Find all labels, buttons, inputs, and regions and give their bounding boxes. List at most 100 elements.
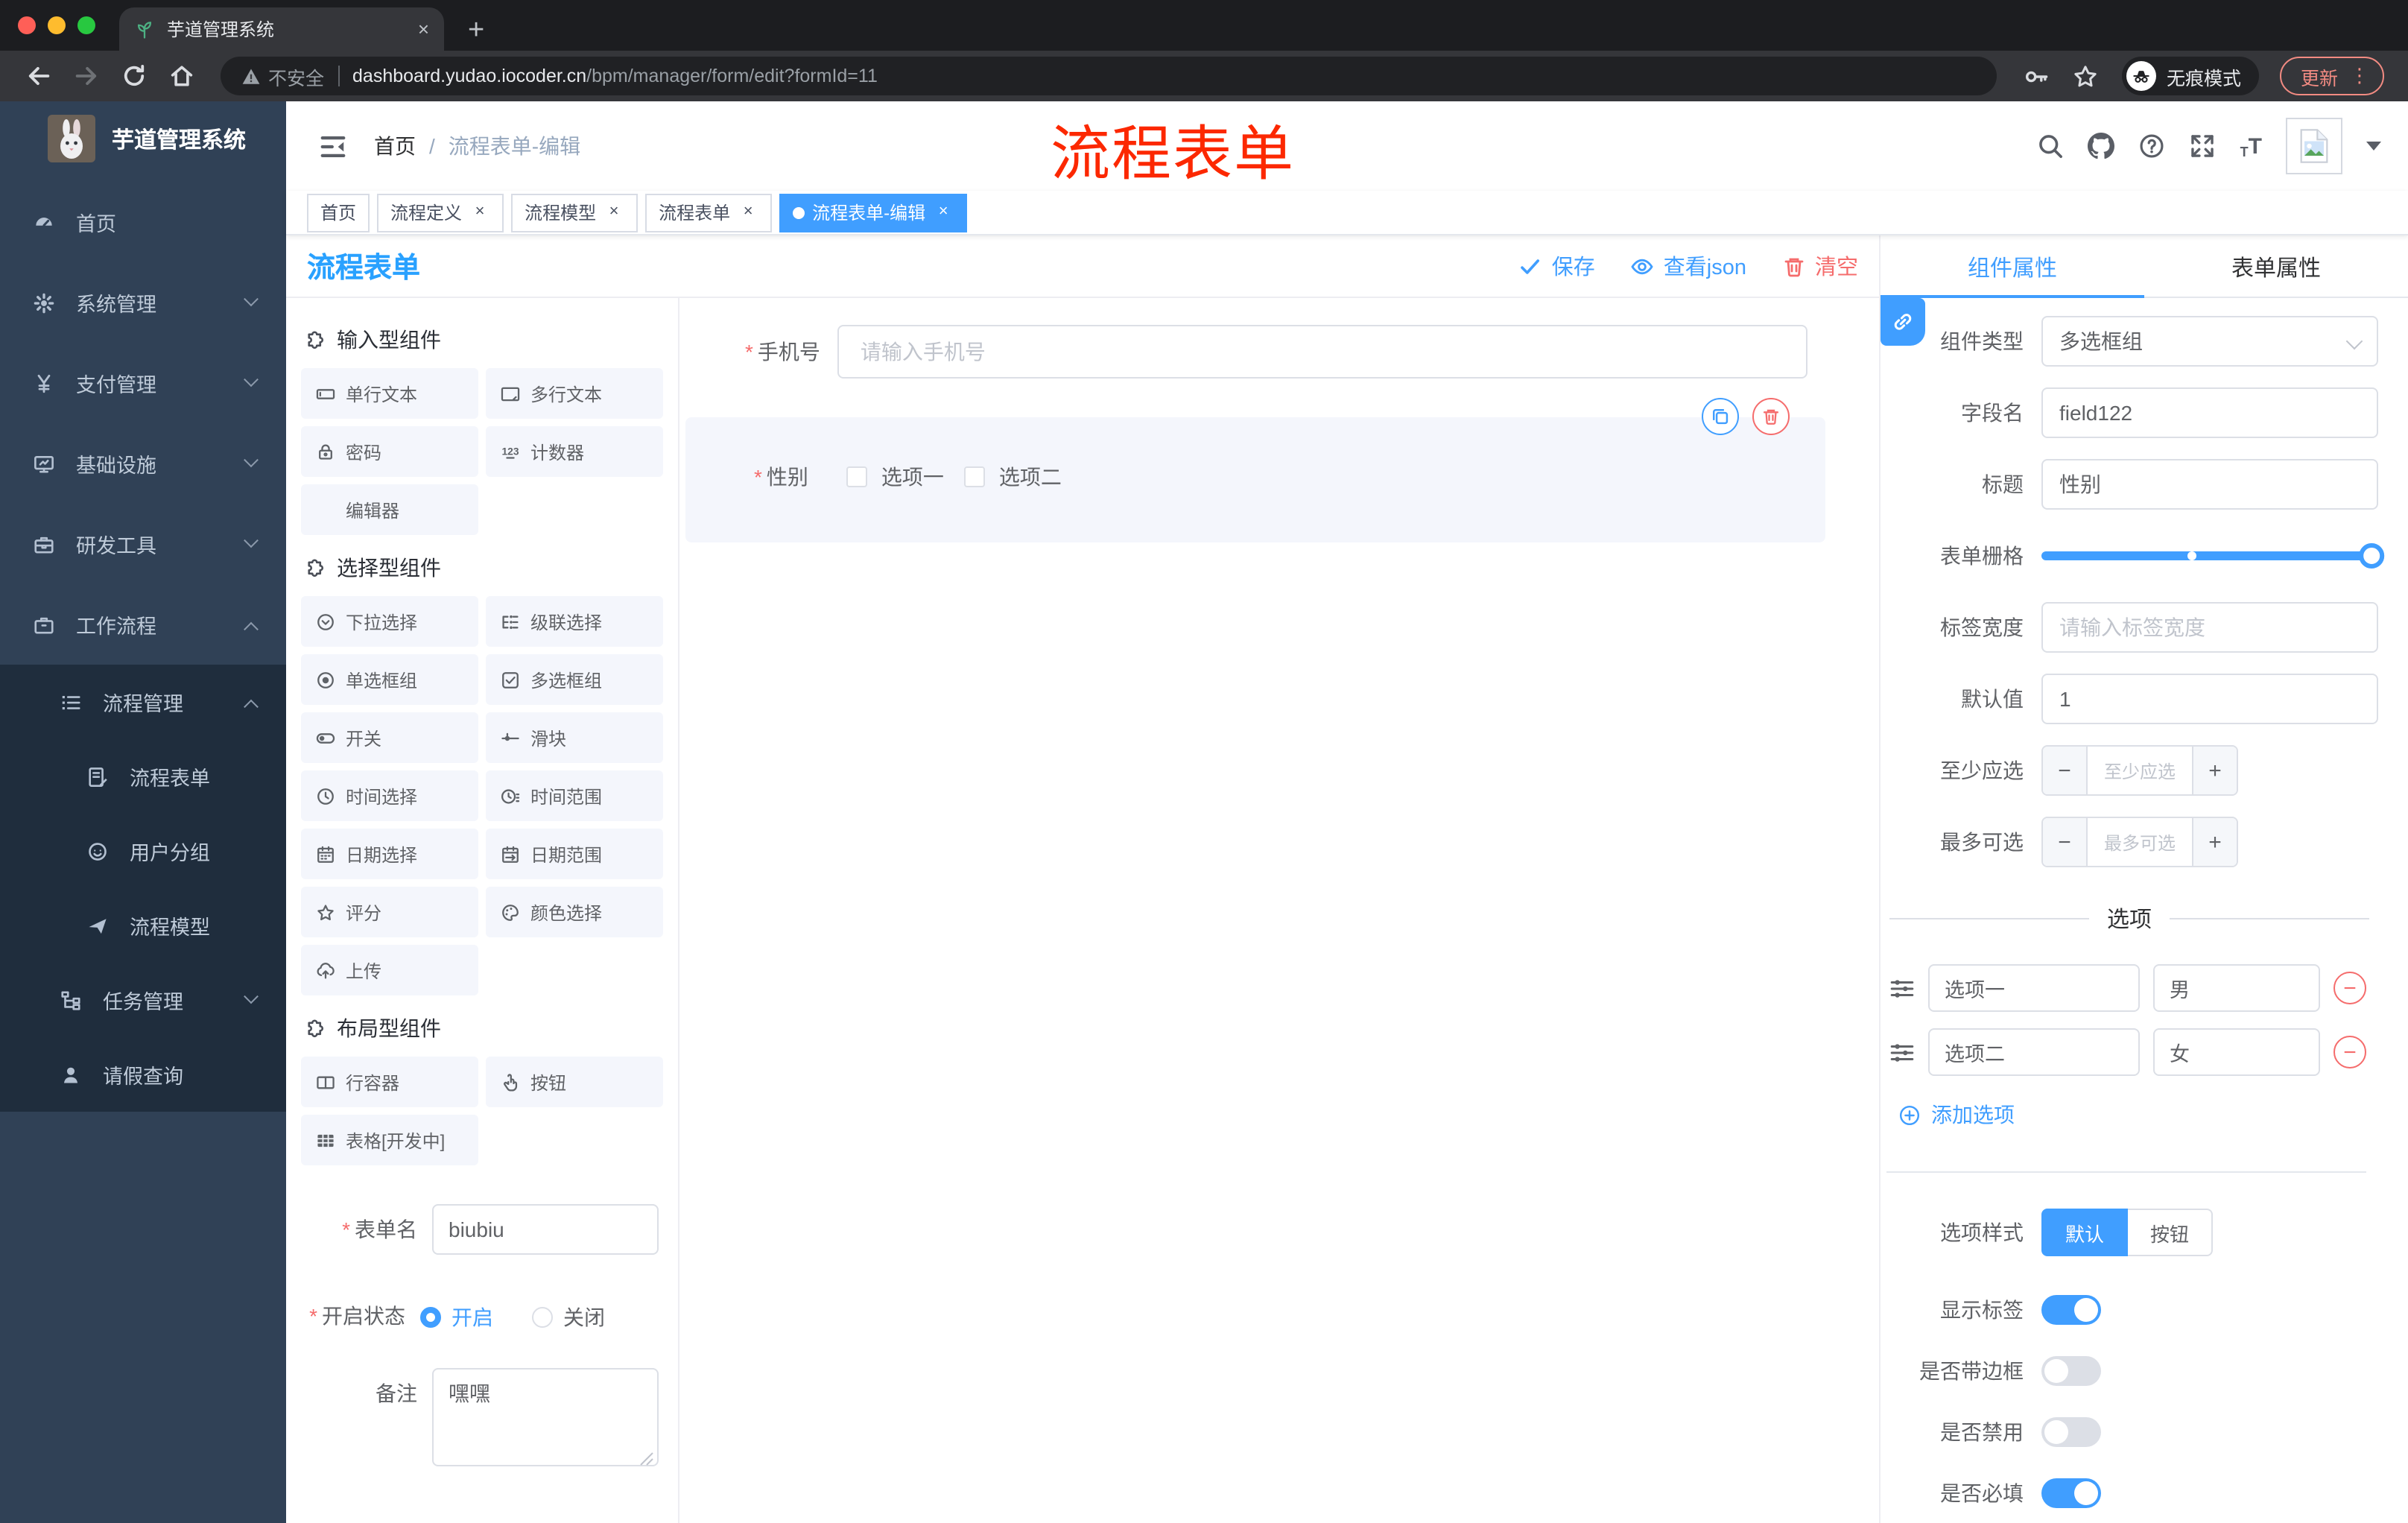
checkbox-icon[interactable]	[964, 466, 986, 487]
sidebar-item-6[interactable]: 流程管理	[0, 665, 286, 739]
browser-menu-kebab-icon[interactable]: ⋮	[2350, 64, 2369, 88]
sidebar-item-4[interactable]: 研发工具	[0, 504, 286, 584]
title-input[interactable]	[2041, 459, 2378, 510]
tab-form-props[interactable]: 表单属性	[2144, 235, 2408, 298]
component-0-1[interactable]: 多行文本	[486, 368, 663, 419]
drag-handle-icon[interactable]	[1889, 975, 1915, 1001]
clear-button[interactable]: 清空	[1782, 250, 1858, 282]
form-canvas[interactable]: * 手机号 请输入手机号 * 性别 选项一 选项二	[679, 298, 1879, 1523]
tag-close-icon[interactable]: ×	[933, 202, 954, 223]
zoom-window-button[interactable]	[77, 16, 95, 34]
status-radio-on[interactable]: 开启	[420, 1302, 493, 1332]
component-0-3[interactable]: 123 计数器	[486, 426, 663, 477]
component-1-8[interactable]: 日期选择	[301, 829, 478, 879]
component-1-2[interactable]: 单选框组	[301, 654, 478, 705]
avatar[interactable]	[2286, 118, 2342, 174]
option-value-input-1[interactable]	[2153, 1028, 2320, 1076]
component-1-12[interactable]: 上传	[301, 945, 478, 995]
font-size-icon[interactable]: TT	[2240, 133, 2262, 159]
toggle-switch-3[interactable]	[2041, 1478, 2101, 1508]
view-json-button[interactable]: 查看json	[1631, 250, 1746, 282]
phone-input[interactable]: 请输入手机号	[837, 325, 1807, 379]
search-icon[interactable]	[2038, 133, 2065, 159]
toggle-switch-2[interactable]	[2041, 1417, 2101, 1447]
home-icon[interactable]	[168, 63, 195, 89]
address-bar[interactable]: 不安全 dashboard.yudao.iocoder.cn /bpm/mana…	[221, 57, 1997, 95]
tag-close-icon[interactable]: ×	[603, 202, 624, 223]
sidebar-item-2[interactable]: 支付管理	[0, 343, 286, 423]
component-1-9[interactable]: 日期范围	[486, 829, 663, 879]
component-1-10[interactable]: 评分	[301, 887, 478, 937]
browser-tab[interactable]: 芋道管理系统 ×	[119, 7, 444, 51]
option-label-input-0[interactable]	[1928, 964, 2140, 1012]
status-radio-off[interactable]: 关闭	[532, 1302, 605, 1332]
sidebar-item-1[interactable]: 系统管理	[0, 262, 286, 343]
component-0-2[interactable]: 密码	[301, 426, 478, 477]
toggle-switch-0[interactable]	[2041, 1295, 2101, 1325]
bookmark-star-icon[interactable]	[2073, 63, 2098, 89]
sidebar-item-0[interactable]: 首页	[0, 182, 286, 262]
tag-close-icon[interactable]: ×	[738, 202, 758, 223]
breadcrumb-home[interactable]: 首页	[374, 131, 416, 161]
new-tab-button[interactable]: +	[468, 15, 484, 48]
stepper-minus-button[interactable]: −	[2043, 818, 2088, 866]
component-1-4[interactable]: 开关	[301, 712, 478, 763]
component-0-0[interactable]: 单行文本	[301, 368, 478, 419]
component-1-6[interactable]: 时间选择	[301, 770, 478, 821]
tab-component-props[interactable]: 组件属性	[1881, 235, 2144, 298]
default-value-input[interactable]	[2041, 674, 2378, 724]
gender-option-2[interactable]: 选项二	[964, 462, 1062, 492]
component-2-2[interactable]: 表格[开发中]	[301, 1115, 478, 1165]
minimize-window-button[interactable]	[48, 16, 66, 34]
save-button[interactable]: 保存	[1519, 250, 1595, 282]
form-name-input[interactable]	[432, 1204, 659, 1255]
help-icon[interactable]	[2139, 133, 2166, 159]
stepper-plus-button[interactable]: +	[2192, 818, 2237, 866]
component-1-3[interactable]: 多选框组	[486, 654, 663, 705]
add-option-button[interactable]: 添加选项	[1898, 1100, 2378, 1130]
component-1-1[interactable]: 级联选择	[486, 596, 663, 647]
component-0-4[interactable]: 编辑器	[301, 484, 478, 535]
forward-icon[interactable]	[73, 63, 100, 89]
label-width-input[interactable]	[2041, 602, 2378, 653]
component-1-0[interactable]: 下拉选择	[301, 596, 478, 647]
min-select-value[interactable]: 至少应选	[2088, 747, 2192, 794]
remove-option-button[interactable]: −	[2333, 1036, 2366, 1068]
sidebar-item-3[interactable]: 基础设施	[0, 423, 286, 504]
update-browser-button[interactable]: 更新 ⋮	[2279, 57, 2384, 95]
sidebar-item-8[interactable]: 用户分组	[0, 814, 286, 888]
tag-0[interactable]: 首页	[307, 193, 370, 232]
component-1-11[interactable]: 颜色选择	[486, 887, 663, 937]
toggle-switch-1[interactable]	[2041, 1356, 2101, 1386]
component-2-0[interactable]: 行容器	[301, 1057, 478, 1107]
grid-slider[interactable]	[2041, 531, 2385, 581]
drag-handle-icon[interactable]	[1889, 1039, 1915, 1065]
app-logo[interactable]: 芋道管理系统	[0, 101, 286, 176]
remove-option-button[interactable]: −	[2333, 972, 2366, 1004]
component-1-7[interactable]: 时间范围	[486, 770, 663, 821]
sidebar-item-7[interactable]: 流程表单	[0, 739, 286, 814]
tag-4[interactable]: 流程表单-编辑 ×	[779, 193, 968, 232]
avatar-dropdown-caret-icon[interactable]	[2366, 142, 2381, 151]
component-2-1[interactable]: 按钮	[486, 1057, 663, 1107]
canvas-field-gender-selected[interactable]: * 性别 选项一 选项二	[685, 398, 1825, 542]
option-label-input-1[interactable]	[1928, 1028, 2140, 1076]
form-remark-textarea[interactable]: 嘿嘿	[432, 1368, 659, 1466]
tag-2[interactable]: 流程模型 ×	[511, 193, 639, 232]
option-style-1[interactable]: 按钮	[2128, 1209, 2214, 1256]
github-icon[interactable]	[2088, 133, 2115, 159]
stepper-plus-button[interactable]: +	[2192, 747, 2237, 794]
sidebar-item-10[interactable]: 任务管理	[0, 963, 286, 1037]
slider-thumb[interactable]	[2359, 543, 2385, 569]
sidebar-item-11[interactable]: 请假查询	[0, 1037, 286, 1112]
back-icon[interactable]	[25, 63, 52, 89]
close-window-button[interactable]	[18, 16, 36, 34]
radio-icon[interactable]	[532, 1307, 553, 1328]
canvas-field-phone[interactable]: * 手机号 请输入手机号	[745, 325, 1807, 379]
tag-close-icon[interactable]: ×	[469, 202, 490, 223]
component-type-select[interactable]: 多选框组	[2041, 316, 2378, 367]
checkbox-icon[interactable]	[846, 466, 868, 487]
link-badge[interactable]	[1881, 298, 1925, 346]
fullscreen-icon[interactable]	[2190, 133, 2217, 159]
option-value-input-0[interactable]	[2153, 964, 2320, 1012]
